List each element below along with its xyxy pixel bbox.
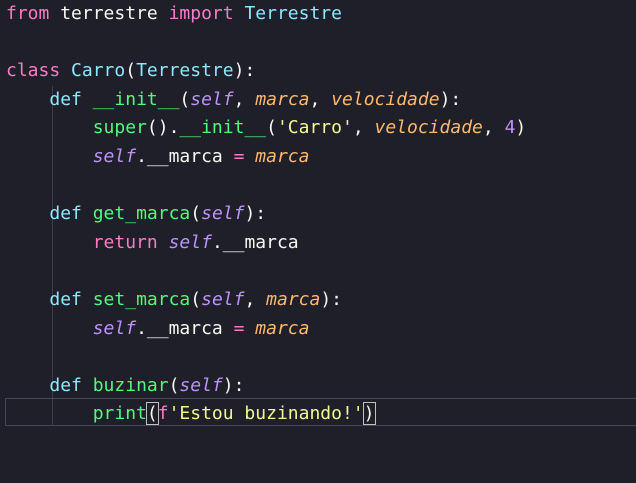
code-token: __init__ [92, 88, 180, 110]
code-line[interactable] [6, 343, 17, 372]
code-token: ) [515, 117, 527, 139]
code-token: set_marca [92, 289, 191, 310]
code-line[interactable] [6, 172, 17, 201]
code-token: ( [168, 374, 180, 396]
code-token: Carro [71, 60, 126, 82]
code-token: buzinar [92, 374, 169, 396]
code-token: self [92, 317, 137, 339]
code-token: return [92, 231, 158, 253]
code-token: ): [233, 60, 256, 82]
code-token: , [233, 88, 256, 110]
code-token: get_marca [92, 203, 191, 225]
code-line[interactable] [6, 257, 17, 286]
code-token: Terrestre [244, 3, 342, 24]
code-token: .__marca [136, 317, 234, 339]
code-line[interactable]: super().__init__('Carro', velocidade, 4) [6, 114, 527, 143]
code-token: self [190, 88, 234, 110]
code-token: Terrestre [136, 60, 234, 82]
code-token: velocidade [374, 117, 483, 139]
code-token: def [49, 289, 82, 310]
code-token: marca [255, 88, 310, 110]
code-token: import [168, 3, 234, 24]
code-line[interactable]: self.__marca = marca [6, 315, 310, 344]
code-token: 'Carro' [276, 117, 353, 139]
code-token: def [49, 88, 82, 110]
code-token: self [201, 289, 245, 310]
code-token: velocidade [331, 88, 440, 110]
code-line[interactable]: def __init__(self, marca, velocidade): [6, 86, 461, 115]
code-token: class [6, 60, 61, 82]
code-token: ( [179, 88, 191, 110]
code-token: self [201, 203, 245, 225]
code-token: from [6, 3, 50, 24]
code-token: ( [266, 117, 277, 139]
code-token: print [92, 403, 147, 425]
code-token: = [233, 317, 245, 339]
code-line[interactable]: self.__marca = marca [6, 143, 310, 172]
code-line[interactable]: def buzinar(self): [6, 372, 244, 401]
code-token: , [309, 88, 332, 110]
code-line[interactable]: print(f'Estou buzinando!') [6, 400, 376, 429]
code-token: , [352, 117, 375, 139]
code-token: ): [439, 88, 462, 110]
code-line[interactable]: return self.__marca [6, 229, 299, 258]
code-editor[interactable]: from terrestre import Terrestre class Ca… [0, 0, 636, 483]
code-token: terrestre [49, 3, 169, 24]
code-line[interactable]: def set_marca(self, marca): [6, 286, 342, 315]
code-token: super [92, 117, 147, 139]
code-token: ): [222, 374, 245, 396]
code-token: self [179, 374, 223, 396]
code-token: 4 [504, 117, 516, 139]
code-token: def [49, 203, 82, 225]
code-token: self [168, 231, 212, 253]
code-token: marca [255, 317, 310, 339]
code-token: marca [255, 146, 310, 167]
code-token: .__marca [136, 146, 234, 167]
code-token: marca [266, 289, 321, 310]
code-token: __init__ [179, 117, 267, 139]
code-token: .__marca [211, 231, 299, 253]
code-token: ( [190, 203, 202, 225]
code-token: (). [146, 117, 180, 139]
code-token: 'Estou buzinando!' [168, 403, 364, 425]
code-token: ) [362, 402, 376, 426]
code-token: ( [145, 402, 159, 426]
code-token: ( [190, 289, 202, 310]
code-token: = [233, 146, 245, 167]
code-line[interactable]: from terrestre import Terrestre [6, 0, 342, 29]
code-token: def [49, 374, 82, 396]
code-line[interactable]: class Carro(Terrestre): [6, 57, 255, 86]
code-token: , [244, 289, 267, 310]
code-token: ): [244, 203, 267, 225]
code-token: ( [125, 60, 137, 82]
code-token: , [482, 117, 505, 139]
code-token: f [157, 403, 169, 425]
code-line[interactable] [6, 29, 17, 58]
code-token: self [92, 146, 137, 167]
code-token: ): [320, 289, 343, 310]
code-line[interactable]: def get_marca(self): [6, 200, 266, 229]
